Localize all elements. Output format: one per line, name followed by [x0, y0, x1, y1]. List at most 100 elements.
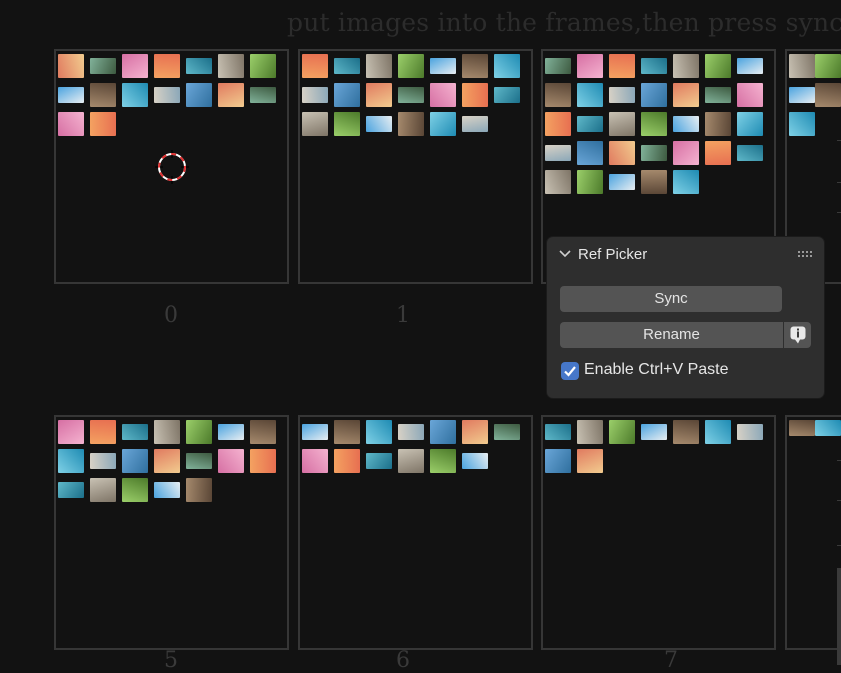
image-thumbnail[interactable]	[302, 87, 328, 103]
image-thumbnail[interactable]	[462, 453, 488, 469]
image-thumbnail[interactable]	[462, 116, 488, 132]
image-thumbnail[interactable]	[705, 112, 731, 136]
image-thumbnail[interactable]	[122, 478, 148, 502]
image-thumbnail[interactable]	[705, 420, 731, 444]
image-thumbnail[interactable]	[430, 449, 456, 473]
image-thumbnail[interactable]	[90, 453, 116, 469]
image-thumbnail[interactable]	[545, 449, 571, 473]
image-thumbnail[interactable]	[545, 112, 571, 136]
image-thumbnail[interactable]	[154, 87, 180, 103]
image-thumbnail[interactable]	[673, 83, 699, 107]
image-thumbnail[interactable]	[577, 420, 603, 444]
image-frame-7[interactable]	[541, 415, 776, 650]
image-thumbnail[interactable]	[737, 83, 763, 107]
image-thumbnail[interactable]	[334, 420, 360, 444]
image-thumbnail[interactable]	[789, 420, 815, 436]
image-thumbnail[interactable]	[122, 54, 148, 78]
image-thumbnail[interactable]	[250, 87, 276, 103]
image-thumbnail[interactable]	[430, 112, 456, 136]
image-thumbnail[interactable]	[609, 174, 635, 190]
rename-button[interactable]: Rename	[560, 322, 783, 348]
image-thumbnail[interactable]	[366, 54, 392, 78]
image-thumbnail[interactable]	[366, 420, 392, 444]
image-thumbnail[interactable]	[58, 87, 84, 103]
image-thumbnail[interactable]	[577, 170, 603, 194]
image-thumbnail[interactable]	[815, 54, 841, 78]
image-thumbnail[interactable]	[154, 449, 180, 473]
image-thumbnail[interactable]	[609, 420, 635, 444]
image-thumbnail[interactable]	[705, 87, 731, 103]
image-thumbnail[interactable]	[430, 83, 456, 107]
image-thumbnail[interactable]	[218, 449, 244, 473]
image-thumbnail[interactable]	[641, 112, 667, 136]
image-thumbnail[interactable]	[186, 83, 212, 107]
image-thumbnail[interactable]	[673, 116, 699, 132]
image-thumbnail[interactable]	[789, 54, 815, 78]
image-thumbnail[interactable]	[90, 83, 116, 107]
image-thumbnail[interactable]	[545, 83, 571, 107]
image-thumbnail[interactable]	[154, 482, 180, 498]
image-thumbnail[interactable]	[366, 83, 392, 107]
image-thumbnail[interactable]	[737, 58, 763, 74]
image-thumbnail[interactable]	[545, 58, 571, 74]
image-thumbnail[interactable]	[641, 145, 667, 161]
image-thumbnail[interactable]	[366, 453, 392, 469]
image-thumbnail[interactable]	[154, 420, 180, 444]
image-thumbnail[interactable]	[641, 170, 667, 194]
image-thumbnail[interactable]	[545, 170, 571, 194]
image-frame-8[interactable]	[785, 415, 841, 650]
paste-checkbox-label[interactable]: Enable Ctrl+V Paste	[584, 361, 729, 379]
chevron-down-icon[interactable]	[559, 250, 571, 258]
viewport[interactable]: put images into the frames,then press sy…	[0, 0, 841, 673]
image-thumbnail[interactable]	[462, 83, 488, 107]
drag-grip-icon[interactable]	[798, 251, 814, 257]
image-frame-1[interactable]	[298, 49, 533, 284]
image-thumbnail[interactable]	[122, 449, 148, 473]
image-thumbnail[interactable]	[398, 112, 424, 136]
image-thumbnail[interactable]	[494, 424, 520, 440]
image-frame-5[interactable]	[54, 415, 289, 650]
image-thumbnail[interactable]	[494, 87, 520, 103]
image-thumbnail[interactable]	[609, 141, 635, 165]
image-thumbnail[interactable]	[673, 420, 699, 444]
image-thumbnail[interactable]	[815, 83, 841, 107]
image-thumbnail[interactable]	[302, 54, 328, 78]
image-thumbnail[interactable]	[462, 54, 488, 78]
image-thumbnail[interactable]	[90, 58, 116, 74]
image-thumbnail[interactable]	[577, 141, 603, 165]
image-thumbnail[interactable]	[577, 116, 603, 132]
image-thumbnail[interactable]	[789, 112, 815, 136]
image-thumbnail[interactable]	[218, 54, 244, 78]
image-thumbnail[interactable]	[218, 424, 244, 440]
image-thumbnail[interactable]	[90, 420, 116, 444]
image-thumbnail[interactable]	[398, 54, 424, 78]
image-thumbnail[interactable]	[302, 112, 328, 136]
image-thumbnail[interactable]	[58, 449, 84, 473]
image-thumbnail[interactable]	[789, 87, 815, 103]
image-thumbnail[interactable]	[577, 449, 603, 473]
image-thumbnail[interactable]	[334, 449, 360, 473]
image-thumbnail[interactable]	[494, 54, 520, 78]
image-thumbnail[interactable]	[545, 145, 571, 161]
image-thumbnail[interactable]	[154, 54, 180, 78]
scrollbar[interactable]	[837, 568, 841, 665]
image-thumbnail[interactable]	[122, 424, 148, 440]
image-thumbnail[interactable]	[462, 420, 488, 444]
image-thumbnail[interactable]	[398, 87, 424, 103]
image-thumbnail[interactable]	[609, 112, 635, 136]
image-thumbnail[interactable]	[90, 478, 116, 502]
paste-checkbox[interactable]	[561, 362, 579, 380]
image-thumbnail[interactable]	[334, 112, 360, 136]
image-thumbnail[interactable]	[815, 420, 841, 436]
image-thumbnail[interactable]	[545, 424, 571, 440]
image-thumbnail[interactable]	[430, 58, 456, 74]
image-thumbnail[interactable]	[737, 424, 763, 440]
image-thumbnail[interactable]	[90, 112, 116, 136]
image-thumbnail[interactable]	[58, 54, 84, 78]
image-thumbnail[interactable]	[673, 141, 699, 165]
image-thumbnail[interactable]	[122, 83, 148, 107]
image-thumbnail[interactable]	[673, 54, 699, 78]
panel-header[interactable]: Ref Picker	[547, 237, 824, 273]
image-thumbnail[interactable]	[577, 54, 603, 78]
image-thumbnail[interactable]	[641, 424, 667, 440]
